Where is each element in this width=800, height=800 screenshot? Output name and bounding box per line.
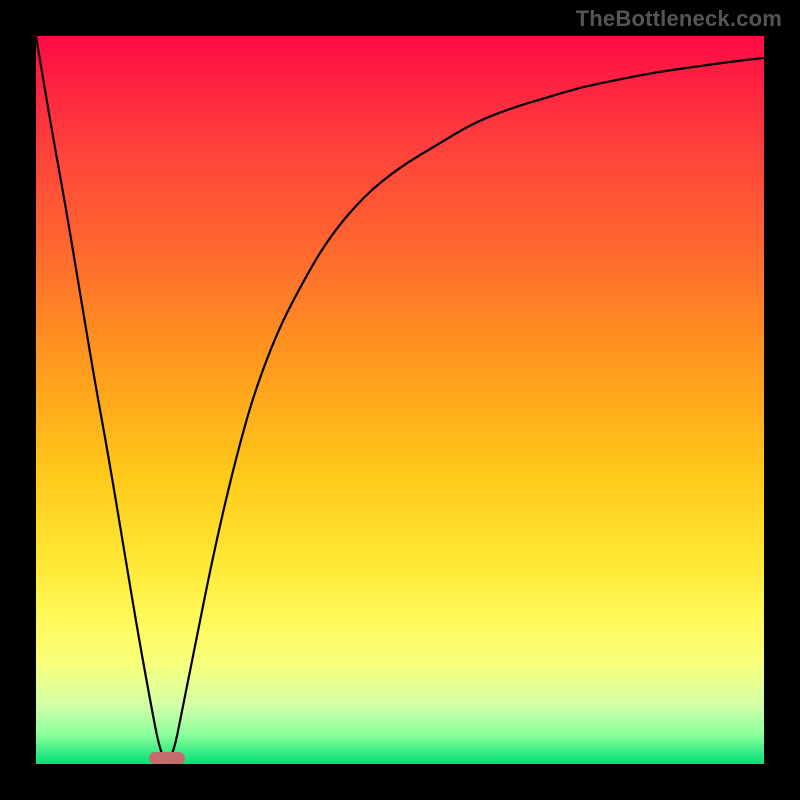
watermark-text: TheBottleneck.com [576, 6, 782, 32]
optimal-marker [149, 752, 185, 764]
plot-area [36, 36, 764, 764]
bottleneck-curve [36, 36, 764, 764]
chart-frame: TheBottleneck.com [0, 0, 800, 800]
